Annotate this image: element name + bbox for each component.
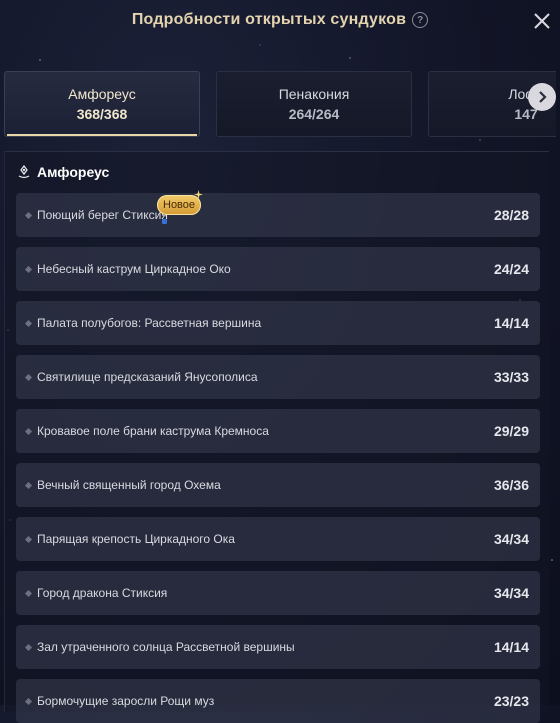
bullet-icon — [24, 643, 33, 651]
bullet-icon — [24, 535, 33, 543]
location-name: Вечный священный город Охема — [37, 478, 221, 492]
list-item[interactable]: Небесный каструм Циркадное Око 24/24 — [16, 247, 540, 291]
help-icon[interactable]: ? — [412, 12, 429, 28]
list-item[interactable]: Парящая крепость Циркадного Ока 34/34 — [16, 517, 540, 561]
chest-count: 29/29 — [493, 423, 529, 439]
new-indicator-dot — [162, 219, 167, 224]
location-name: Парящая крепость Циркадного Ока — [37, 532, 235, 546]
list-item[interactable]: Кровавое поле брани каструма Кремноса 29… — [16, 409, 540, 453]
chest-list-panel: Амфореус Поющий берег Стиксия 28/28 Ново… — [4, 151, 549, 723]
tabs-next-button[interactable] — [528, 83, 556, 111]
location-name: Святилище предсказаний Янусополиса — [37, 370, 258, 384]
location-name: Бормочущие заросли Рощи муз — [37, 694, 215, 708]
list-item[interactable]: Палата полубогов: Рассветная вершина 14/… — [16, 301, 540, 345]
bullet-icon — [24, 427, 33, 435]
bullet-icon — [24, 319, 33, 327]
location-name: Небесный каструм Циркадное Око — [37, 262, 231, 276]
location-name: Зал утраченного солнца Рассветной вершин… — [37, 640, 295, 654]
location-name: Поющий берег Стиксия — [37, 208, 168, 222]
section-header: Амфореус — [17, 164, 109, 180]
location-name: Город дракона Стиксия — [37, 586, 168, 600]
chest-count: 23/23 — [493, 693, 529, 709]
chevron-right-icon — [539, 91, 547, 103]
bullet-icon — [24, 265, 33, 273]
region-tabs: Амфореус 368/368 Пенакония 264/264 Лофу … — [4, 71, 556, 139]
list-item[interactable]: Зал утраченного солнца Рассветной вершин… — [16, 625, 540, 669]
bullet-icon — [24, 697, 33, 705]
chest-count: 14/14 — [493, 315, 529, 331]
title-bar: Подробности открытых сундуков ? — [0, 0, 560, 40]
chest-count: 36/36 — [493, 477, 529, 493]
chest-count: 28/28 — [493, 207, 529, 223]
chest-count: 24/24 — [493, 261, 529, 277]
tab-name: Амфореус — [68, 86, 136, 102]
dialog-title: Подробности открытых сундуков — [131, 11, 407, 28]
tab-count: 368/368 — [76, 106, 128, 122]
list-item[interactable]: Вечный священный город Охема 36/36 — [16, 463, 540, 507]
section-title: Амфореус — [37, 164, 110, 180]
list-item[interactable]: Город дракона Стиксия 34/34 — [16, 571, 540, 615]
list-item[interactable]: Бормочущие заросли Рощи муз 23/23 — [16, 679, 540, 723]
location-name: Кровавое поле брани каструма Кремноса — [37, 424, 269, 438]
chest-count: 34/34 — [493, 585, 529, 601]
bullet-icon — [24, 589, 33, 597]
tab-amphoreus[interactable]: Амфореус 368/368 — [4, 71, 200, 137]
location-name: Палата полубогов: Рассветная вершина — [37, 316, 262, 330]
list-item[interactable]: Поющий берег Стиксия 28/28 Новое — [16, 190, 540, 237]
location-icon — [18, 165, 30, 179]
bullet-icon — [24, 373, 33, 381]
chest-count: 33/33 — [493, 369, 529, 385]
sparkle-icon — [194, 190, 203, 199]
tab-count: 264/264 — [288, 106, 340, 122]
list-item[interactable]: Святилище предсказаний Янусополиса 33/33 — [16, 355, 540, 399]
tab-penacony[interactable]: Пенакония 264/264 — [216, 71, 412, 137]
chest-count: 34/34 — [493, 531, 529, 547]
tab-name: Пенакония — [278, 86, 350, 102]
close-icon[interactable] — [530, 9, 554, 33]
chest-count: 14/14 — [493, 639, 529, 655]
bullet-icon — [24, 211, 33, 219]
bullet-icon — [24, 481, 33, 489]
